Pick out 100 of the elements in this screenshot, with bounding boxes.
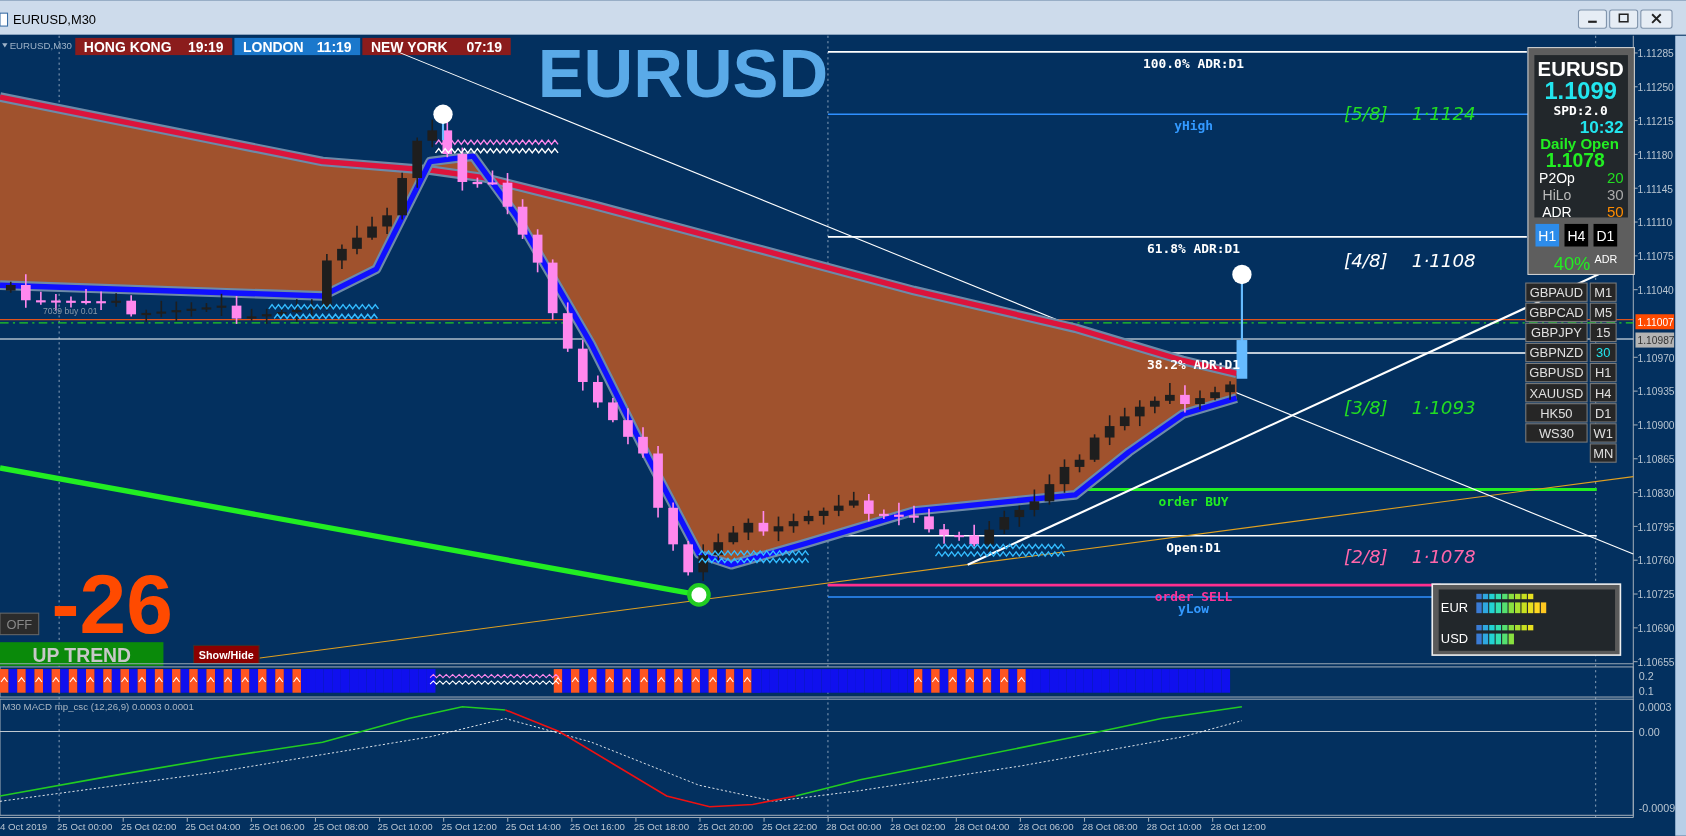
candle [1119,407,1130,432]
candle [1029,488,1040,518]
candle [322,253,332,312]
time-tick-label: 25 Oct 02:00 [121,821,177,833]
timeframe-button[interactable]: W1 [1589,423,1617,443]
time-tick-label: 28 Oct 00:00 [826,821,882,833]
candle [577,339,588,392]
candle [1225,380,1235,401]
candle [487,169,498,186]
symbol-button[interactable]: GBPUSD [1525,362,1588,383]
symbol-button[interactable]: XAUUSD [1525,383,1588,403]
off-button[interactable]: OFF [0,612,40,636]
price-tick-label: 1.11110 [1637,217,1673,229]
candle [1014,504,1025,528]
indicator-tick-label: -0.0009 [1638,802,1676,815]
candle [171,300,182,323]
candle [1104,414,1115,446]
candle [833,494,844,517]
candle [803,509,814,526]
candle [20,273,31,309]
candle [728,525,739,546]
candle [593,374,603,409]
symbol-button[interactable]: GBPAUD [1525,282,1588,302]
murrey-price-label: 1·1108 [1411,249,1476,271]
symbol-title: EURUSD [537,35,829,113]
indicator-tick-label: 0.1 [1638,684,1654,697]
price-tick-label: 1.10760 [1637,555,1675,567]
close-button[interactable] [1640,9,1673,29]
spread-value: SPD:2.0 [1553,103,1608,119]
level-label: 61.8% ADR:D1 [1146,240,1241,256]
candle [397,171,407,221]
candle [1044,473,1055,506]
level-label: order BUY [1158,493,1229,509]
candle [532,228,543,274]
period-button[interactable]: H4 [1564,223,1589,247]
candle [773,515,784,542]
candle [307,298,317,318]
minimize-button[interactable] [1577,9,1607,29]
timeframe-button[interactable]: H4 [1589,383,1617,403]
symbol-button[interactable]: GBPNZD [1525,342,1588,363]
price-tick-label: 1.10725 [1637,589,1675,601]
timeframe-button[interactable]: M1 [1589,282,1617,302]
timeframe-button[interactable]: M5 [1589,302,1617,322]
dropdown-icon[interactable] [2,43,8,48]
symbol-button[interactable]: GBPJPY [1525,322,1588,343]
time-tick-label: 25 Oct 06:00 [249,821,305,833]
time-tick-label: 28 Oct 06:00 [1018,821,1074,833]
timeframe-button[interactable]: H1 [1589,362,1617,383]
timeframe-button[interactable]: 15 [1589,322,1617,343]
candle [879,508,889,520]
time-tick-label: 25 Oct 08:00 [313,821,369,833]
price-tick-label: 1.11250 [1637,82,1674,94]
swing-marker [433,104,453,141]
time-tick-label: 28 Oct 02:00 [890,821,946,833]
time-tick-label: 25 Oct 16:00 [569,821,625,833]
strength-bar [1476,633,1514,645]
candle [111,292,121,308]
murrey-level-label: [2/8] [1344,545,1388,567]
candle [999,509,1010,535]
symbol-button[interactable]: GBPCAD [1525,302,1588,322]
price-tick-label: 1.10970 [1637,352,1675,364]
candle [472,176,483,189]
time-tick-label: 25 Oct 20:00 [697,821,754,833]
candle [638,426,648,459]
time-tick-label: 25 Oct 10:00 [377,821,433,833]
stat-label: ADR [1542,204,1572,221]
candle [261,308,272,325]
time-tick-label: 25 Oct 22:00 [761,821,818,833]
macd-label: M30 MACD mp_csc (12,26,9) 0.0003 0.0001 [2,700,194,712]
time-tick-label: 25 Oct 04:00 [185,821,241,833]
candle [5,280,16,294]
symbol-button[interactable]: HK50 [1525,403,1588,423]
chart-window-icon [0,12,9,27]
candle [698,543,709,582]
time-tick-label: 25 Oct 00:00 [57,821,113,833]
candle [984,520,995,553]
candle [668,501,678,552]
indicator-tick-label: 0.0003 [1638,701,1672,713]
symbol-button[interactable]: WS30 [1525,423,1588,443]
candle [141,308,152,323]
timeframe-button[interactable]: MN [1589,443,1617,463]
level-label: Open:D1 [1166,539,1221,555]
candle [848,491,859,509]
candle [608,397,618,424]
candle [562,301,573,353]
strength-bar [1476,602,1547,614]
restore-button[interactable] [1609,9,1639,29]
price-tick-label: 1.11075 [1637,251,1674,263]
stat-label: HiLo [1542,187,1572,204]
timeframe-button[interactable]: 30 [1589,342,1617,363]
stat-value: 20 [1606,169,1624,187]
time-tick-label: 28 Oct 12:00 [1210,821,1266,833]
murrey-price-label: 1·1093 [1411,397,1476,419]
timeframe-button[interactable]: D1 [1589,403,1617,423]
show-hide-button[interactable]: Show/Hide [193,644,260,665]
time-tick-label: 4 Oct 2019 [0,821,48,833]
candle [291,298,302,323]
candle [81,288,91,306]
time-tick-label: 28 Oct 10:00 [1146,821,1202,833]
price-tick-label: 1.11285 [1637,48,1674,60]
